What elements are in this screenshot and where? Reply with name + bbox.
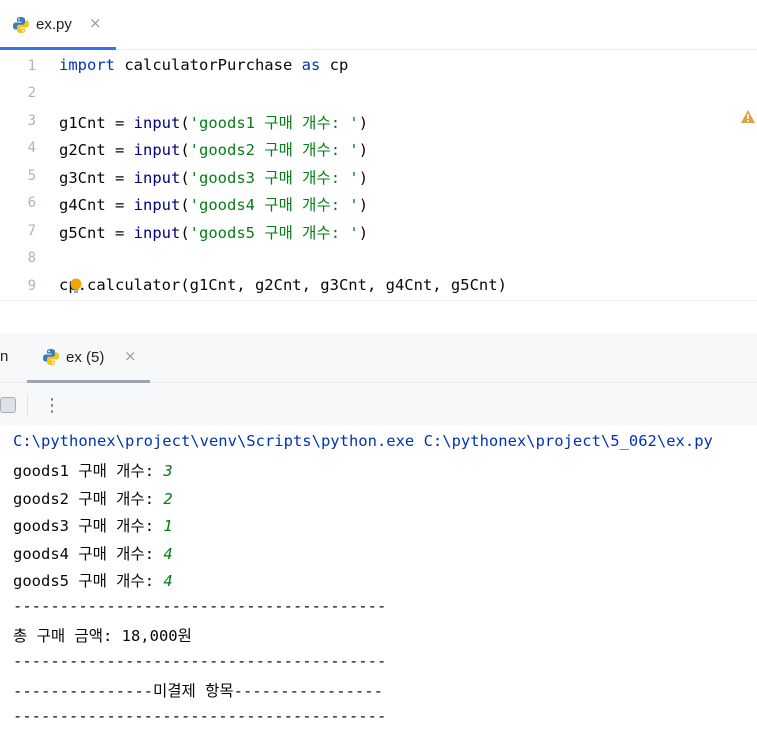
code-line-6: g4Cnt = input('goods4 구매 개수: ') bbox=[59, 193, 368, 215]
builtin-input: input bbox=[133, 114, 181, 132]
paren: ) bbox=[358, 196, 369, 214]
console-prompt-line: goods3 구매 개수: 1 bbox=[13, 514, 173, 536]
code-line-3: g1Cnt = input('goods1 구매 개수: ') bbox=[59, 111, 368, 133]
more-options-icon[interactable]: ⋮ bbox=[43, 395, 61, 416]
line-number: 8 bbox=[27, 250, 36, 266]
user-input-value: 4 bbox=[163, 545, 173, 563]
module-name: calculatorPurchase bbox=[115, 56, 302, 74]
paren: ( bbox=[180, 196, 190, 214]
code-editor[interactable]: 1 2 3 4 5 6 7 8 9 import calculatorPurch… bbox=[0, 50, 757, 300]
line-number: 5 bbox=[27, 168, 36, 184]
keyword-as: as bbox=[301, 56, 321, 74]
console-command-line: C:\pythonex\project\venv\Scripts\python.… bbox=[13, 432, 713, 450]
paren: ) bbox=[358, 141, 369, 159]
string-literal: 'goods4 구매 개수: ' bbox=[189, 196, 359, 214]
warning-icon[interactable] bbox=[740, 109, 756, 124]
keyword-import: import bbox=[59, 56, 115, 74]
paren: ) bbox=[358, 114, 369, 132]
console-prompt-line: goods1 구매 개수: 3 bbox=[13, 459, 173, 481]
close-icon[interactable]: × bbox=[89, 14, 102, 32]
line-number: 1 bbox=[27, 58, 36, 74]
prompt-text: goods5 구매 개수: bbox=[13, 572, 164, 590]
user-input-value: 4 bbox=[163, 572, 173, 590]
python-icon bbox=[43, 349, 59, 365]
variable-assign: g3Cnt = bbox=[59, 169, 134, 187]
console-prompt-line: goods2 구매 개수: 2 bbox=[13, 487, 173, 509]
line-number: 7 bbox=[27, 223, 36, 239]
paren: ( bbox=[180, 169, 190, 187]
builtin-input: input bbox=[133, 224, 181, 242]
prompt-text: goods4 구매 개수: bbox=[13, 545, 164, 563]
builtin-input: input bbox=[133, 169, 181, 187]
string-literal: 'goods3 구매 개수: ' bbox=[189, 169, 359, 187]
paren: ( bbox=[180, 114, 190, 132]
variable-assign: g1Cnt = bbox=[59, 114, 134, 132]
paren: ) bbox=[358, 224, 369, 242]
prompt-text: goods1 구매 개수: bbox=[13, 462, 164, 480]
editor-tab-label: ex.py bbox=[36, 16, 72, 33]
line-number: 6 bbox=[27, 195, 36, 211]
paren: ( bbox=[180, 141, 190, 159]
console-divider: ---------------------------------------- bbox=[13, 597, 387, 615]
editor-tab-bar: ex.py × bbox=[0, 0, 757, 50]
builtin-input: input bbox=[133, 196, 181, 214]
builtin-input: input bbox=[133, 141, 181, 159]
code-line-5: g3Cnt = input('goods3 구매 개수: ') bbox=[59, 166, 368, 188]
run-tab-ex-5[interactable]: ex (5) × bbox=[27, 333, 150, 383]
run-tab-previous[interactable]: n bbox=[0, 348, 8, 365]
console-output[interactable]: C:\pythonex\project\venv\Scripts\python.… bbox=[0, 426, 757, 738]
alias-name: cp bbox=[320, 56, 349, 74]
user-input-value: 1 bbox=[163, 517, 173, 535]
run-toolbar: ⋮ bbox=[0, 383, 757, 425]
prompt-text: goods2 구매 개수: bbox=[13, 490, 164, 508]
string-literal: 'goods2 구매 개수: ' bbox=[189, 141, 359, 159]
console-divider: ---------------------------------------- bbox=[13, 707, 387, 725]
code-line-9: cp.calculator(g1Cnt, g2Cnt, g3Cnt, g4Cnt… bbox=[59, 276, 507, 294]
line-number: 9 bbox=[27, 278, 36, 294]
variable-assign: g5Cnt = bbox=[59, 224, 134, 242]
console-unpaid-header: ---------------미결제 항목---------------- bbox=[13, 682, 383, 700]
line-number: 2 bbox=[27, 85, 36, 101]
console-prompt-line: goods5 구매 개수: 4 bbox=[13, 569, 173, 591]
panel-splitter[interactable] bbox=[0, 300, 757, 334]
user-input-value: 3 bbox=[163, 462, 173, 480]
console-prompt-line: goods4 구매 개수: 4 bbox=[13, 542, 173, 564]
paren: ) bbox=[358, 169, 369, 187]
paren: ( bbox=[180, 224, 190, 242]
code-line-4: g2Cnt = input('goods2 구매 개수: ') bbox=[59, 138, 368, 160]
run-tab-label: ex (5) bbox=[66, 349, 105, 366]
user-input-value: 2 bbox=[163, 490, 173, 508]
editor-tab-ex-py[interactable]: ex.py × bbox=[0, 0, 116, 50]
variable-assign: g2Cnt = bbox=[59, 141, 134, 159]
console-divider: ---------------------------------------- bbox=[13, 652, 387, 670]
line-number: 4 bbox=[27, 140, 36, 156]
close-icon[interactable]: × bbox=[124, 347, 137, 365]
toolbar-divider bbox=[27, 394, 28, 416]
code-line-1: import calculatorPurchase as cp bbox=[59, 56, 348, 74]
python-icon bbox=[13, 17, 29, 33]
stop-icon[interactable] bbox=[0, 397, 16, 413]
prompt-text: goods3 구매 개수: bbox=[13, 517, 164, 535]
code-line-7: g5Cnt = input('goods5 구매 개수: ') bbox=[59, 221, 368, 243]
string-literal: 'goods5 구매 개수: ' bbox=[189, 224, 359, 242]
console-total-line: 총 구매 금액: 18,000원 bbox=[13, 627, 192, 645]
string-literal: 'goods1 구매 개수: ' bbox=[189, 114, 359, 132]
intention-bulb-icon[interactable] bbox=[70, 278, 82, 294]
run-tab-bar: n ex (5) × bbox=[0, 333, 757, 383]
line-number: 3 bbox=[27, 113, 36, 129]
variable-assign: g4Cnt = bbox=[59, 196, 134, 214]
